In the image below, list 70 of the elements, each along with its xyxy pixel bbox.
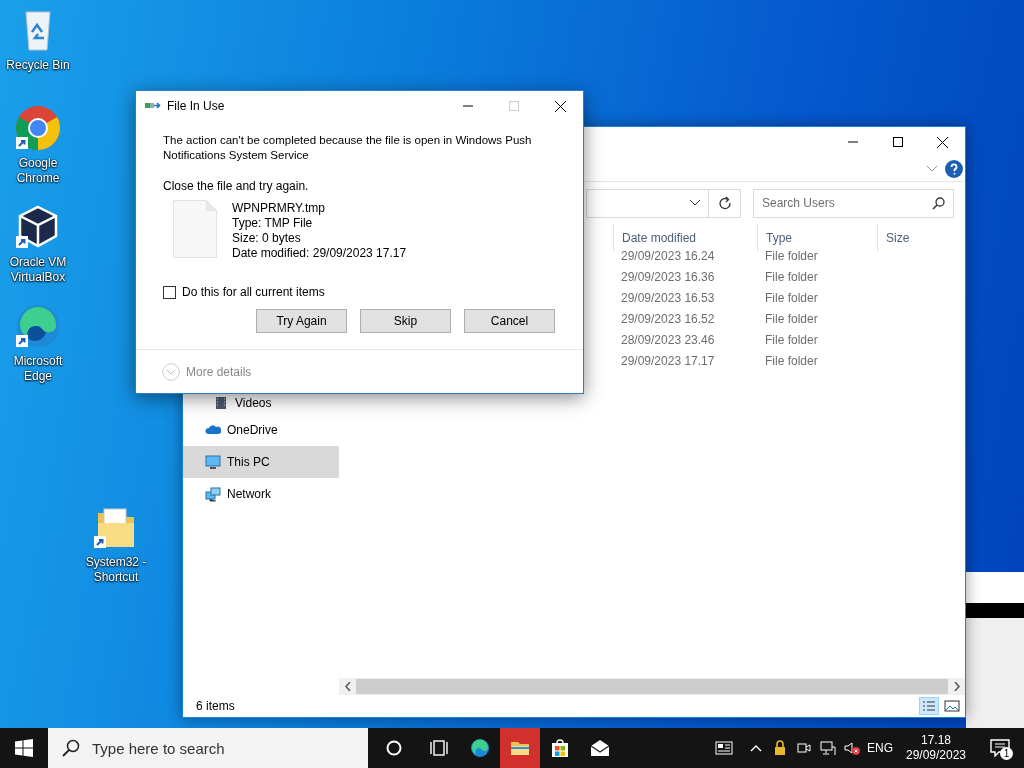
maximize-icon <box>509 101 519 111</box>
circle-icon <box>386 740 402 756</box>
close-icon[interactable] <box>937 136 948 148</box>
close-icon[interactable] <box>554 100 566 112</box>
instruction-text: Close the file and try again. <box>163 179 310 194</box>
refresh-icon <box>717 196 732 210</box>
date-cell-text: 28/09/2023 23.46 <box>620 331 716 349</box>
nav-item[interactable]: This PC <box>183 446 339 478</box>
notification-count: 1 <box>1000 747 1013 760</box>
film-icon <box>213 395 229 411</box>
date-cell-text: 29/09/2023 17.17 <box>620 352 716 370</box>
checkbox[interactable] <box>163 285 176 299</box>
type-cell-text: File folder <box>764 289 819 307</box>
type-cell-text: File folder <box>764 352 819 370</box>
taskbar-search-field[interactable]: Type here to search <box>48 728 368 768</box>
type-cell-text: File folder <box>764 310 819 328</box>
type-cell-text: File folder <box>764 331 819 349</box>
error-message: The action can't be completed because the file is open in Windows Push Notifications System Service <box>163 133 533 163</box>
dialog-title: File In Use <box>167 99 226 113</box>
search-icon <box>62 739 80 757</box>
monitor-icon <box>205 454 221 470</box>
checkbox-label[interactable]: Do this for all current items <box>182 285 325 299</box>
horizontal-scrollbar[interactable] <box>339 678 965 695</box>
date-cell-text: 29/09/2023 16.53 <box>620 289 716 307</box>
nav-item[interactable]: Network <box>183 478 339 510</box>
dialog-button[interactable]: Try Again <box>256 309 347 333</box>
document-icon <box>173 200 217 258</box>
news-icon[interactable] <box>715 739 733 757</box>
task-view-icon <box>430 738 450 758</box>
address-field[interactable] <box>586 188 709 218</box>
edge-icon[interactable] <box>14 302 62 350</box>
clock-time[interactable]: 17.18 <box>921 733 951 748</box>
help-icon[interactable] <box>945 160 963 178</box>
windows-logo-icon <box>15 739 33 757</box>
scroll-right-icon[interactable] <box>953 682 960 691</box>
column-header[interactable]: Size <box>877 224 953 252</box>
envelope-icon <box>590 738 610 758</box>
network-icon <box>205 486 221 502</box>
column-header[interactable]: Date modified <box>613 224 757 252</box>
more-details-link[interactable]: More details <box>186 364 252 379</box>
details-view-icon[interactable] <box>919 697 939 715</box>
file-type: Type: TMP File <box>232 216 314 231</box>
search-field[interactable]: Search Users <box>753 188 954 218</box>
nav-item[interactable]: Videos <box>183 392 339 414</box>
shopping-bag-icon <box>550 738 570 758</box>
column-header[interactable]: Type <box>757 224 877 252</box>
edge-icon <box>470 738 490 758</box>
file-date: Date modified: 29/09/2023 17.17 <box>232 246 407 261</box>
file-size: Size: 0 bytes <box>232 231 302 246</box>
dialog-button[interactable]: Skip <box>360 309 451 333</box>
thumbnail-view-icon[interactable] <box>943 697 961 715</box>
refresh-button[interactable] <box>709 188 741 218</box>
desktop-icon-label[interactable]: System32 - Shortcut <box>81 555 151 585</box>
item-count: 6 items <box>196 699 235 713</box>
chrome-icon[interactable] <box>14 104 62 152</box>
speaker-muted-icon[interactable] <box>843 739 861 757</box>
scroll-left-icon[interactable] <box>344 682 351 691</box>
clock-date[interactable]: 29/09/2023 <box>905 748 967 763</box>
nav-item[interactable]: OneDrive <box>183 414 339 446</box>
chevron-down-icon[interactable] <box>690 200 700 206</box>
file-name: WPNPRMRY.tmp <box>232 201 326 216</box>
notification-icon[interactable] <box>990 739 1010 757</box>
date-cell-text: 29/09/2023 16.36 <box>620 268 716 286</box>
search-icon <box>932 196 945 210</box>
language-indicator[interactable]: ENG <box>864 728 896 768</box>
dialog-button[interactable]: Cancel <box>464 309 555 333</box>
date-cell-text: 29/09/2023 16.52 <box>620 310 716 328</box>
type-cell-text: File folder <box>764 268 819 286</box>
network-icon[interactable] <box>819 739 837 757</box>
maximize-icon[interactable] <box>892 137 903 147</box>
